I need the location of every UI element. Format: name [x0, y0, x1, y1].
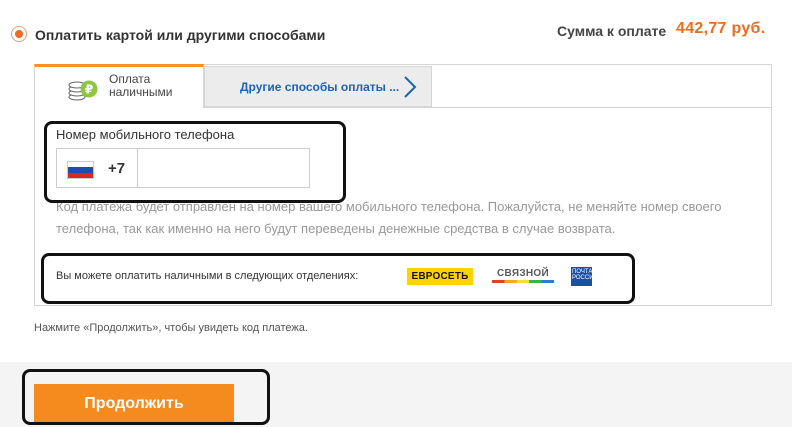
country-code: +7 [108, 160, 126, 177]
partners-text: Вы можете оплатить наличными в следующих… [56, 270, 359, 282]
payment-option-label[interactable]: Оплатить картой или другими способами [35, 27, 325, 43]
continue-hint: Нажмите «Продолжить», чтобы увидеть код … [34, 322, 308, 334]
sum-label: Сумма к оплате [557, 23, 667, 39]
russia-flag-icon[interactable] [67, 161, 94, 179]
tab-cash[interactable]: ₽ Оплата наличными [34, 64, 204, 108]
phone-input[interactable] [138, 149, 309, 187]
tab-other-label: Другие способы оплаты ... [240, 80, 400, 94]
continue-button[interactable]: Продолжить [34, 384, 234, 425]
tab-cash-label: Оплата наличными [109, 73, 189, 99]
svyaznoy-logo: СВЯЗНОЙ [492, 268, 554, 286]
tab-divider [204, 107, 772, 108]
payment-panel: Оплатить картой или другими способами Су… [0, 0, 792, 362]
phone-field: +7 [56, 148, 310, 188]
chevron-right-icon [404, 76, 417, 98]
russian-post-logo: ПОЧТА РОССИИ [571, 267, 592, 286]
svg-text:₽: ₽ [85, 83, 93, 97]
tab-other-methods[interactable]: Другие способы оплаты ... [204, 66, 432, 107]
svyaznoy-logo-text: СВЯЗНОЙ [497, 268, 549, 279]
sum-value: 442,77 руб. [676, 20, 766, 37]
coins-ruble-icon: ₽ [68, 80, 98, 101]
phone-label: Номер мобильного телефона [56, 127, 235, 142]
payment-option-radio[interactable] [11, 26, 27, 42]
tab-cash-label-line2: наличными [109, 85, 173, 99]
phone-hint: Код платежа будет отправлен на номер ваш… [56, 199, 722, 236]
euroset-logo: ЕВРОСЕТЬ [407, 268, 473, 285]
svyaznoy-logo-stripe [492, 280, 554, 283]
